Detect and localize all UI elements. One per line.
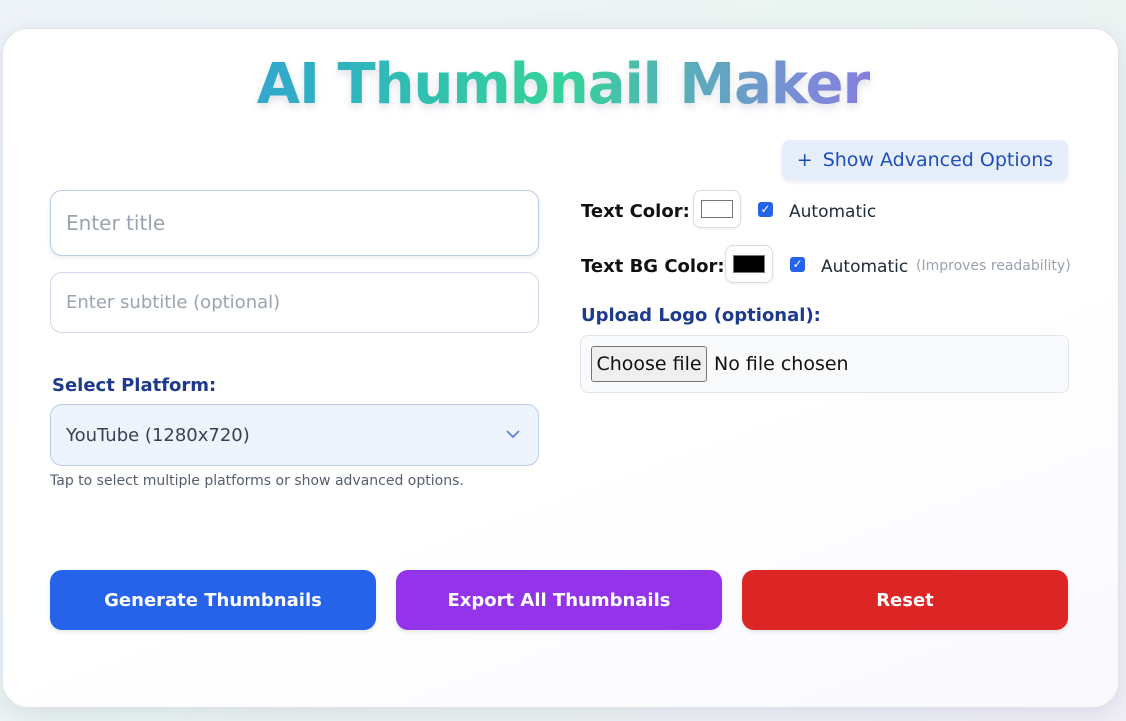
show-advanced-options-button[interactable]: + Show Advanced Options bbox=[782, 140, 1068, 180]
file-status: No file chosen bbox=[714, 353, 849, 375]
text-bg-auto-checkbox[interactable]: ✓ bbox=[790, 257, 805, 272]
advanced-options-label: Show Advanced Options bbox=[822, 149, 1054, 171]
generate-thumbnails-button[interactable]: Generate Thumbnails bbox=[50, 570, 376, 630]
platform-selected-value: YouTube (1280x720) bbox=[66, 424, 250, 446]
text-color-swatch bbox=[701, 200, 733, 218]
subtitle-placeholder: Enter subtitle (optional) bbox=[66, 292, 281, 313]
platform-select[interactable]: YouTube (1280x720) bbox=[50, 404, 539, 466]
logo-label: Upload Logo (optional): bbox=[581, 305, 821, 326]
subtitle-input[interactable]: Enter subtitle (optional) bbox=[50, 272, 539, 333]
chevron-down-icon bbox=[506, 427, 520, 443]
text-color-label: Text Color: bbox=[581, 201, 690, 222]
choose-file-button[interactable]: Choose file bbox=[591, 346, 707, 382]
text-bg-color-picker[interactable] bbox=[725, 245, 773, 283]
text-color-auto-checkbox[interactable]: ✓ bbox=[758, 202, 773, 217]
title-placeholder: Enter title bbox=[66, 211, 166, 235]
text-bg-color-label: Text BG Color: bbox=[581, 256, 725, 277]
export-all-thumbnails-button[interactable]: Export All Thumbnails bbox=[396, 570, 722, 630]
platform-label: Select Platform: bbox=[52, 375, 217, 396]
text-bg-color-swatch bbox=[733, 255, 765, 273]
plus-icon: + bbox=[796, 149, 813, 171]
readability-note: (Improves readability) bbox=[916, 258, 1071, 274]
platform-hint: Tap to select multiple platforms or show… bbox=[50, 473, 464, 489]
title-input[interactable]: Enter title bbox=[50, 190, 539, 256]
logo-file-input: Choose file No file chosen bbox=[580, 335, 1069, 393]
text-color-auto-label: Automatic bbox=[789, 202, 877, 222]
reset-button[interactable]: Reset bbox=[742, 570, 1068, 630]
text-color-picker[interactable] bbox=[693, 190, 741, 228]
text-bg-auto-label: Automatic bbox=[821, 257, 909, 277]
page-title: AI Thumbnail Maker bbox=[0, 52, 1126, 117]
